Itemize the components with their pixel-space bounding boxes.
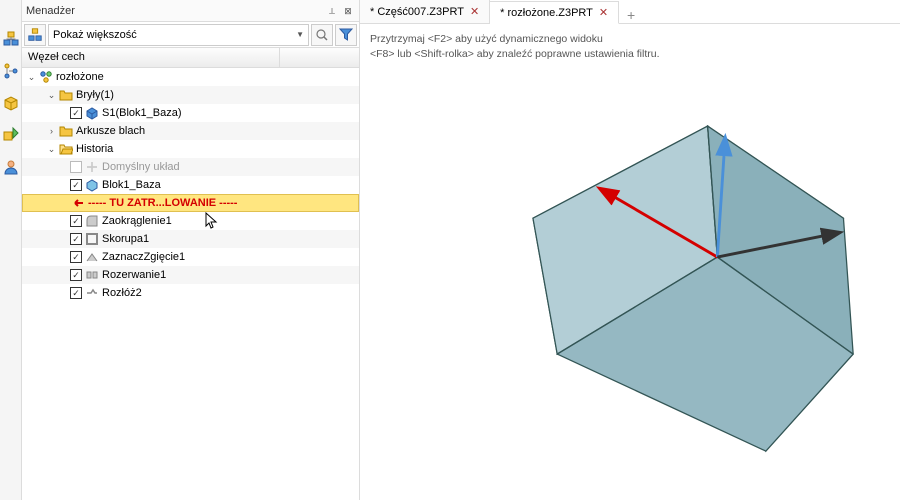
bodies-node[interactable]: ⌄ Bryły(1)	[22, 86, 359, 104]
fillet-label: Zaokrąglenie1	[102, 215, 172, 227]
user-icon[interactable]	[2, 158, 20, 176]
assembly-node-icon	[39, 70, 53, 84]
sheets-node[interactable]: › Arkusze blach	[22, 122, 359, 140]
unfold-item[interactable]: ✓ Rozłóż2	[22, 284, 359, 302]
help-text: Przytrzymaj <F2> aby użyć dynamicznego w…	[360, 24, 900, 63]
checkbox[interactable]: ✓	[70, 251, 82, 263]
expand-icon[interactable]: ⌄	[26, 72, 37, 83]
3d-scene[interactable]	[360, 63, 900, 500]
rollback-bar[interactable]: ----- TU ZATR...LOWANIE -----	[22, 194, 359, 212]
expand-icon[interactable]: ›	[46, 126, 57, 137]
add-tab-button[interactable]: +	[619, 7, 643, 23]
close-icon[interactable]: ✕	[599, 6, 608, 19]
bodies-label: Bryły(1)	[76, 89, 114, 101]
help-line-1: Przytrzymaj <F2> aby użyć dynamicznego w…	[370, 32, 890, 47]
tab-rozlozone[interactable]: * rozłożone.Z3PRT ✕	[490, 1, 619, 24]
filter-combo-text: Pokaż większość	[53, 29, 137, 41]
block-label: Blok1_Baza	[102, 179, 161, 191]
checkbox[interactable]: ✓	[70, 215, 82, 227]
extrude-icon	[85, 178, 99, 192]
rollback-arrow-icon	[71, 196, 85, 210]
shell-item[interactable]: ✓ Skorupa1	[22, 230, 359, 248]
rip-label: Rozerwanie1	[102, 269, 166, 281]
panel-title: Menadżer	[26, 5, 75, 17]
checkbox[interactable]: ✓	[70, 179, 82, 191]
feature-tree[interactable]: ⌄ rozłożone ⌄ Bryły(1) ✓ S1(Blok1_Baza) …	[22, 68, 359, 500]
import-icon[interactable]	[2, 126, 20, 144]
body-label: S1(Blok1_Baza)	[102, 107, 182, 119]
folder-icon	[59, 88, 73, 102]
layout-icon	[85, 160, 99, 174]
checkbox[interactable]: ✓	[70, 269, 82, 281]
checkbox[interactable]: ✓	[70, 107, 82, 119]
manager-panel: Menadżer ⟂ ⊠ Pokaż większość ▼ Węzeł cec…	[22, 0, 360, 500]
fillet-icon	[85, 214, 99, 228]
bend-icon	[85, 250, 99, 264]
layout-item[interactable]: Domyślny układ	[22, 158, 359, 176]
chevron-down-icon: ▼	[296, 30, 304, 39]
cursor-icon	[205, 212, 219, 230]
solid-icon	[85, 106, 99, 120]
rip-icon	[85, 268, 99, 282]
pin-icon[interactable]: ⟂	[325, 4, 339, 18]
history-label: Historia	[76, 143, 113, 155]
unfold-icon	[85, 286, 99, 300]
expand-icon[interactable]: ⌄	[46, 90, 57, 101]
checkbox[interactable]: ✓	[70, 287, 82, 299]
markbend-label: ZaznaczZgięcie1	[102, 251, 185, 263]
close-icon[interactable]: ✕	[470, 5, 479, 18]
tab-label: * Część007.Z3PRT	[370, 6, 464, 18]
block-item[interactable]: ✓ Blok1_Baza	[22, 176, 359, 194]
column-header-2[interactable]	[280, 48, 359, 67]
checkbox[interactable]	[70, 161, 82, 173]
fillet-item[interactable]: ✓ Zaokrąglenie1	[22, 212, 359, 230]
assembly-icon[interactable]	[2, 30, 20, 48]
close-panel-icon[interactable]: ⊠	[341, 4, 355, 18]
folder-icon	[59, 124, 73, 138]
rollback-label: ----- TU ZATR...LOWANIE -----	[88, 197, 237, 209]
shell-label: Skorupa1	[102, 233, 149, 245]
tree-root-label: rozłożone	[56, 71, 104, 83]
sheets-label: Arkusze blach	[76, 125, 145, 137]
filter-combo[interactable]: Pokaż większość ▼	[48, 24, 309, 46]
funnel-button[interactable]	[335, 24, 357, 46]
unfold-label: Rozłóż2	[102, 287, 142, 299]
tree-icon[interactable]	[2, 62, 20, 80]
tab-part007[interactable]: * Część007.Z3PRT ✕	[360, 0, 490, 23]
left-toolbar	[0, 0, 22, 500]
panel-header: Menadżer ⟂ ⊠	[22, 0, 359, 22]
shell-icon	[85, 232, 99, 246]
search-button[interactable]	[311, 24, 333, 46]
filter-row: Pokaż większość ▼	[22, 22, 359, 48]
history-node[interactable]: ⌄ Historia	[22, 140, 359, 158]
folder-open-icon	[59, 142, 73, 156]
help-line-2: <F8> lub <Shift-rolka> aby znaleźć popra…	[370, 47, 890, 62]
layout-label: Domyślny układ	[102, 161, 180, 173]
expand-icon[interactable]: ⌄	[46, 144, 57, 155]
checkbox[interactable]: ✓	[70, 233, 82, 245]
viewport-area: * Część007.Z3PRT ✕ * rozłożone.Z3PRT ✕ +…	[360, 0, 900, 500]
cube-icon[interactable]	[2, 94, 20, 112]
tab-label: * rozłożone.Z3PRT	[500, 7, 593, 19]
document-tabs: * Część007.Z3PRT ✕ * rozłożone.Z3PRT ✕ +	[360, 0, 900, 24]
assembly-filter-button[interactable]	[24, 24, 46, 46]
table-header: Węzeł cech	[22, 48, 359, 68]
markbend-item[interactable]: ✓ ZaznaczZgięcie1	[22, 248, 359, 266]
body-item[interactable]: ✓ S1(Blok1_Baza)	[22, 104, 359, 122]
column-header-1[interactable]: Węzeł cech	[22, 48, 280, 67]
tree-root[interactable]: ⌄ rozłożone	[22, 68, 359, 86]
rip-item[interactable]: ✓ Rozerwanie1	[22, 266, 359, 284]
